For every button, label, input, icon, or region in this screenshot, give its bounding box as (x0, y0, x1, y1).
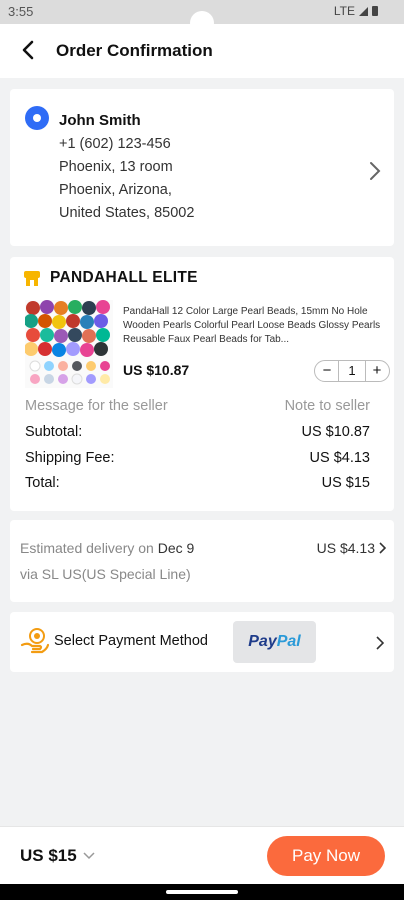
product-name[interactable]: PandaHall 12 Color Large Pearl Beads, 15… (123, 305, 387, 347)
payment-method-card[interactable]: Select Payment Method Pay Pal (10, 612, 394, 672)
subtotal-row: Subtotal: US $10.87 (25, 424, 370, 440)
shop-name: PANDAHALL ELITE (50, 269, 198, 286)
shipping-address-card[interactable]: John Smith +1 (602) 123-456 Phoenix, 13 … (10, 89, 394, 246)
recipient-phone: +1 (602) 123-456 (59, 136, 171, 152)
shipping-fee-label: Shipping Fee: (25, 450, 115, 466)
signal-icon (359, 6, 368, 16)
product-image[interactable] (25, 300, 113, 388)
battery-icon (372, 6, 378, 16)
order-card: PANDAHALL ELITE PandaHall 12 Color Large… (10, 257, 394, 511)
seller-note-input[interactable]: Note to seller (285, 398, 370, 414)
store-icon (24, 271, 40, 286)
back-button[interactable] (16, 38, 40, 62)
delivery-fee: US $4.13 (317, 540, 386, 556)
recipient-name: John Smith (59, 112, 141, 129)
paypal-option[interactable]: Pay Pal (233, 621, 316, 663)
location-pin-icon (25, 106, 49, 130)
subtotal-label: Subtotal: (25, 424, 83, 440)
back-arrow-icon (22, 40, 34, 60)
shipping-method: via SL US(US Special Line) (20, 566, 191, 582)
chevron-right-icon (376, 636, 384, 650)
status-bar: 3:55 LTE (0, 0, 404, 35)
seller-message-label: Message for the seller (25, 398, 168, 414)
pay-now-button[interactable]: Pay Now (267, 836, 385, 876)
chevron-right-icon (370, 162, 381, 180)
address-line-1: Phoenix, 13 room (59, 159, 173, 175)
home-gesture-handle[interactable] (166, 890, 238, 894)
pearl-beads-image (25, 300, 110, 385)
address-line-3: United States, 85002 (59, 205, 195, 221)
seller-message-row: Message for the seller Note to seller (25, 398, 370, 414)
order-total-summary[interactable]: US $15 (20, 846, 95, 866)
product-price: US $10.87 (123, 362, 190, 378)
network-label: LTE (333, 4, 355, 18)
subtotal-value: US $10.87 (301, 424, 370, 440)
page-title: Order Confirmation (56, 41, 213, 60)
delivery-card[interactable]: Estimated delivery on Dec 9 via SL US(US… (10, 520, 394, 602)
payment-method-label: Select Payment Method (54, 633, 208, 649)
shipping-fee-row: Shipping Fee: US $4.13 (25, 450, 370, 466)
system-nav-bar (0, 884, 404, 900)
paypal-logo-part2: Pal (276, 633, 301, 650)
shipping-fee-value: US $4.13 (309, 450, 370, 466)
delivery-fee-value: US $4.13 (316, 540, 375, 556)
quantity-value[interactable]: 1 (338, 361, 366, 381)
total-row: Total: US $15 (25, 475, 370, 491)
chevron-down-icon (83, 852, 95, 860)
total-label: Total: (25, 475, 60, 491)
decrease-quantity-button[interactable]: − (320, 363, 334, 378)
total-value: US $15 (321, 475, 370, 491)
estimated-delivery: Estimated delivery on Dec 9 (20, 540, 194, 556)
estimated-delivery-date: Dec 9 (157, 540, 195, 556)
address-line-2: Phoenix, Arizona, (59, 182, 172, 198)
quantity-stepper: − 1 + (314, 360, 390, 382)
checkout-bar: US $15 Pay Now (0, 826, 404, 884)
status-time: 3:55 (8, 4, 34, 19)
chevron-right-icon (379, 542, 386, 554)
paypal-logo-part1: Pay (248, 633, 277, 650)
estimated-delivery-label: Estimated delivery on (20, 540, 158, 556)
app-header: Order Confirmation (0, 24, 404, 78)
payment-hand-icon (20, 628, 50, 654)
increase-quantity-button[interactable]: + (370, 363, 384, 378)
status-icons: LTE (334, 4, 378, 18)
order-total: US $15 (20, 846, 77, 865)
